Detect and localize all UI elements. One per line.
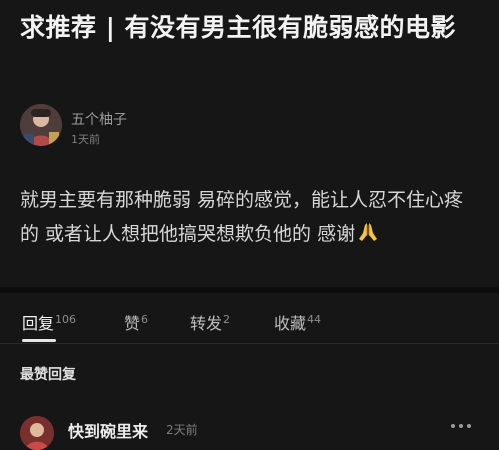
tab-favorites[interactable]: 收藏44: [274, 310, 321, 334]
interaction-tabs: 回复106 赞6 转发2 收藏44: [0, 300, 499, 344]
avatar-image-icon: [20, 104, 62, 146]
tab-reposts-count: 2: [223, 313, 231, 326]
reply-avatar-image-icon: [20, 416, 54, 450]
post-title: 求推荐 | 有没有男主很有脆弱感的电影: [20, 13, 457, 42]
tabs-bottom-border: [0, 343, 499, 344]
author-name[interactable]: 五个柚子: [71, 109, 127, 129]
tab-likes-label: 赞: [124, 314, 141, 333]
top-replies-heading: 最赞回复: [20, 367, 76, 383]
post-timestamp: 1天前: [71, 133, 100, 146]
tab-reposts-label: 转发: [190, 314, 223, 333]
tab-replies[interactable]: 回复106: [22, 310, 76, 334]
tab-replies-label: 回复: [22, 314, 55, 333]
reply-timestamp: 2天前: [166, 423, 198, 437]
active-tab-indicator: [22, 339, 56, 342]
tab-likes-count: 6: [141, 313, 149, 326]
author-row[interactable]: 五个柚子 1天前: [20, 104, 320, 150]
author-avatar[interactable]: [20, 104, 62, 146]
tab-likes[interactable]: 赞6: [124, 310, 148, 334]
post-body-text: 就男主要有那种脆弱 易碎的感觉，能让人忍不住心疼的 或者让人想把他搞哭想欺负他的…: [20, 189, 464, 245]
tab-reposts[interactable]: 转发2: [190, 310, 230, 334]
reply-avatar[interactable]: [20, 416, 54, 450]
tab-favorites-label: 收藏: [274, 314, 307, 333]
more-options-icon[interactable]: [451, 421, 473, 431]
tab-replies-count: 106: [55, 313, 77, 326]
reply-item[interactable]: 快到碗里来 2天前: [0, 410, 499, 450]
folded-hands-icon: [359, 223, 378, 241]
post-detail-page: 求推荐 | 有没有男主很有脆弱感的电影 五个柚子 1天前 就男主要有那种脆弱 易…: [0, 0, 499, 450]
section-divider: [0, 287, 499, 293]
tab-favorites-count: 44: [307, 313, 322, 326]
post-body: 就男主要有那种脆弱 易碎的感觉，能让人忍不住心疼的 或者让人想把他搞哭想欺负他的…: [20, 183, 482, 251]
reply-author-name[interactable]: 快到碗里来: [68, 418, 148, 442]
